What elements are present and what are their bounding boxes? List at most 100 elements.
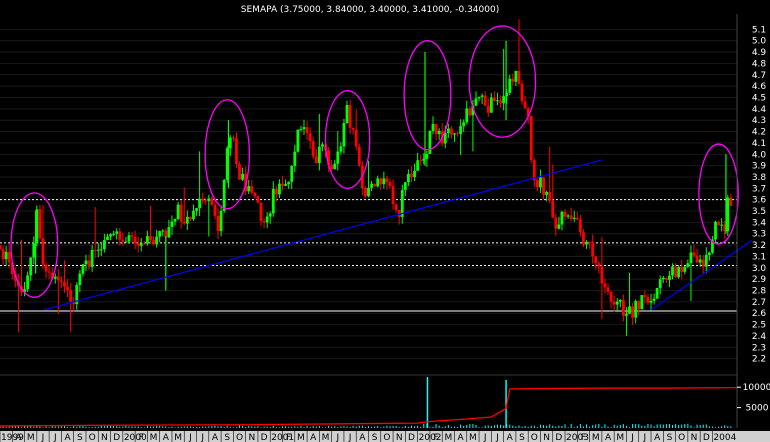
candle-body xyxy=(726,197,730,232)
candle-body xyxy=(41,238,45,265)
candle-body xyxy=(173,219,177,222)
candle-body xyxy=(195,208,198,211)
candle-body xyxy=(259,202,263,221)
time-tick-label: M xyxy=(469,433,477,442)
candle-body xyxy=(416,160,420,171)
candle-body xyxy=(308,133,312,142)
candle-body xyxy=(394,204,398,210)
price-tick-label: 3.5 xyxy=(752,207,766,217)
candle-body xyxy=(336,151,340,164)
candle-body xyxy=(698,259,702,263)
candle-body xyxy=(425,154,429,159)
candle-body xyxy=(367,187,370,197)
candle-body xyxy=(686,263,690,267)
candle-body xyxy=(674,266,677,278)
candle-body xyxy=(281,183,284,186)
candle-body xyxy=(459,126,463,135)
candle-body xyxy=(462,122,466,127)
candle-body xyxy=(640,295,644,310)
candle-body xyxy=(231,137,235,139)
candle-body xyxy=(523,101,527,109)
candle-body xyxy=(535,180,539,188)
candle-body xyxy=(655,287,659,299)
volume-tick-label: 5000 xyxy=(746,404,769,414)
candle-body xyxy=(0,245,2,250)
price-tick-label: 4.7 xyxy=(752,71,766,81)
time-tick-label: M xyxy=(322,433,330,442)
time-tick-label: A xyxy=(163,433,170,442)
candle-body xyxy=(545,191,549,195)
candle-body xyxy=(419,160,423,162)
candle-body xyxy=(284,183,287,186)
candle-body xyxy=(247,186,251,192)
candle-body xyxy=(146,236,149,244)
candle-body xyxy=(717,221,720,226)
price-tick-label: 4.0 xyxy=(752,150,767,160)
time-tick-label: S xyxy=(667,433,673,442)
time-tick-label: S xyxy=(519,433,525,442)
candle-body xyxy=(133,236,137,244)
time-tick-label: D xyxy=(113,433,120,442)
candle-body xyxy=(311,141,315,157)
candle-body xyxy=(256,196,260,203)
candle-body xyxy=(496,100,499,102)
candle-body xyxy=(597,263,601,267)
candle-body xyxy=(296,129,300,152)
candle-body xyxy=(96,249,100,251)
candle-body xyxy=(453,133,456,135)
candle-body xyxy=(167,227,171,238)
time-tick-label: D xyxy=(261,433,268,442)
candle-body xyxy=(594,256,598,264)
candle-body xyxy=(557,224,561,229)
candle-body xyxy=(228,137,232,149)
candle-body xyxy=(198,198,202,209)
time-tick-label: J xyxy=(483,433,487,442)
candle-body xyxy=(434,123,438,135)
time-tick-label: D xyxy=(555,433,562,442)
candle-body xyxy=(124,241,128,243)
candle-body xyxy=(631,306,634,318)
price-tick-label: 4.4 xyxy=(752,105,767,115)
candle-body xyxy=(364,188,367,197)
candle-body xyxy=(529,115,533,161)
candle-body xyxy=(115,231,119,234)
time-tick-label: M xyxy=(592,433,600,442)
candle-body xyxy=(142,243,146,245)
candle-body xyxy=(450,128,453,135)
candle-body xyxy=(437,130,441,135)
candle-body xyxy=(170,221,174,228)
candle-body xyxy=(729,197,733,206)
price-tick-label: 2.2 xyxy=(752,355,766,365)
time-tick-label: O xyxy=(89,433,96,442)
candle-body xyxy=(585,241,588,245)
candle-body xyxy=(99,249,103,251)
candle-body xyxy=(606,287,610,292)
candle-body xyxy=(661,277,665,280)
price-tick-label: 4.1 xyxy=(752,139,766,149)
time-tick-label: N xyxy=(101,433,108,442)
candle-body xyxy=(560,211,564,225)
candle-body xyxy=(354,129,358,147)
candle-body xyxy=(477,96,481,99)
candle-body xyxy=(658,279,662,288)
candle-body xyxy=(388,182,392,187)
candle-body xyxy=(514,70,518,82)
candle-body xyxy=(333,163,337,170)
time-tick-label: O xyxy=(678,433,685,442)
candle-body xyxy=(551,200,555,218)
candle-body xyxy=(118,231,122,240)
candle-body xyxy=(182,221,186,224)
time-tick-label: N xyxy=(691,433,698,442)
time-tick-label: J xyxy=(335,433,339,442)
price-tick-label: 4.2 xyxy=(752,128,766,138)
candle-body xyxy=(615,301,619,305)
candle-body xyxy=(207,198,211,202)
stock-chart: SEMAPA (3.75000, 3.84000, 3.40000, 3.410… xyxy=(0,0,770,442)
time-tick-label: M xyxy=(444,433,452,442)
candle-body xyxy=(456,133,459,135)
time-tick-label: A xyxy=(15,433,22,442)
candle-body xyxy=(428,130,432,155)
chart-title: SEMAPA (3.75000, 3.84000, 3.40000, 3.410… xyxy=(241,5,499,15)
candle-body xyxy=(502,96,506,104)
time-tick-label: N xyxy=(396,433,403,442)
